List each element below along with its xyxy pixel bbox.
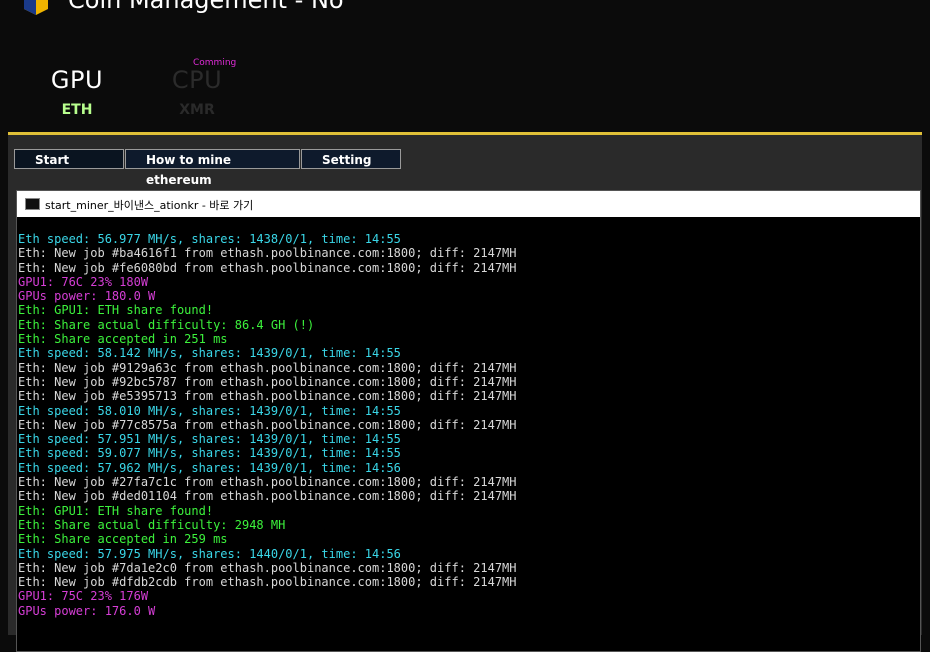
window-title: Coin Management - No: [68, 0, 344, 14]
console-line: Eth speed: 58.142 MH/s, shares: 1439/0/1…: [18, 346, 401, 361]
setting-button[interactable]: Setting: [301, 149, 401, 169]
mode-gpu-label: GPU: [50, 66, 104, 94]
mode-cpu-button[interactable]: CPU XMR: [162, 66, 232, 118]
console-line: GPU1: 76C 23% 180W: [18, 274, 149, 289]
app-logo-icon: [24, 0, 48, 15]
console-log: Eth speed: 56.977 MH/s, shares: 1438/0/1…: [18, 232, 918, 618]
console-line: Eth speed: 56.977 MH/s, shares: 1438/0/1…: [18, 232, 401, 246]
console-line: Eth: New job #fe6080bd from ethash.poolb…: [18, 260, 517, 275]
mode-cpu-coin: XMR: [179, 102, 215, 118]
console-line: Eth: New job #ded01104 from ethash.poolb…: [18, 489, 517, 504]
console-line: Eth: Share actual difficulty: 86.4 GH (!…: [18, 317, 315, 332]
console-line: Eth: New job #27fa7c1c from ethash.poolb…: [18, 475, 517, 490]
mode-cpu-label: CPU: [171, 66, 223, 94]
console-line: Eth: Share accepted in 251 ms: [18, 332, 228, 347]
console-line: Eth: Share actual difficulty: 2948 MH: [18, 517, 286, 532]
mode-gpu-coin: ETH: [61, 102, 93, 118]
start-button[interactable]: Start: [14, 149, 124, 169]
coming-badge: Comming: [193, 58, 237, 68]
console-line: Eth: Share accepted in 259 ms: [18, 532, 228, 547]
console-line: Eth: New job #ba4616f1 from ethash.poolb…: [18, 246, 517, 261]
terminal-icon: [25, 198, 40, 210]
console-line: Eth: GPU1: ETH share found!: [18, 503, 214, 518]
console-line: GPUs power: 180.0 W: [18, 289, 156, 304]
console-line: Eth: New job #77c8575a from ethash.poolb…: [18, 417, 517, 432]
console-line: Eth: New job #92bc5787 from ethash.poolb…: [18, 374, 517, 389]
console-line: Eth speed: 57.951 MH/s, shares: 1439/0/1…: [18, 432, 401, 447]
console-line: Eth speed: 58.010 MH/s, shares: 1439/0/1…: [18, 403, 401, 418]
console-title: start_miner_바이낸스_ationkr - 바로 가기: [45, 199, 254, 212]
how-to-mine-button[interactable]: How to mine ethereum: [125, 149, 300, 187]
title-bar: Coin Management - No: [0, 0, 930, 16]
console-line: Eth speed: 59.077 MH/s, shares: 1439/0/1…: [18, 446, 401, 461]
toolbar: Start How to mine ethereum Setting: [14, 149, 918, 187]
main-panel: Start How to mine ethereum Setting start…: [8, 132, 922, 652]
console-line: Eth: New job #dfdb2cdb from ethash.poolb…: [18, 575, 517, 590]
console-line: Eth speed: 57.975 MH/s, shares: 1440/0/1…: [18, 546, 401, 561]
console-line: Eth: New job #e5395713 from ethash.poolb…: [18, 389, 517, 404]
console-window[interactable]: start_miner_바이낸스_ationkr - 바로 가기 Eth spe…: [16, 190, 921, 652]
console-title-bar: start_miner_바이낸스_ationkr - 바로 가기: [17, 191, 920, 217]
mode-gpu-button[interactable]: GPU ETH: [42, 66, 112, 118]
console-line: Eth: New job #7da1e2c0 from ethash.poolb…: [18, 560, 517, 575]
console-line: Eth speed: 57.962 MH/s, shares: 1439/0/1…: [18, 460, 401, 475]
console-line: GPU1: 75C 23% 176W: [18, 589, 149, 604]
console-line: Eth: GPU1: ETH share found!: [18, 303, 214, 318]
console-line: GPUs power: 176.0 W: [18, 603, 156, 618]
console-line: Eth: New job #9129a63c from ethash.poolb…: [18, 360, 517, 375]
